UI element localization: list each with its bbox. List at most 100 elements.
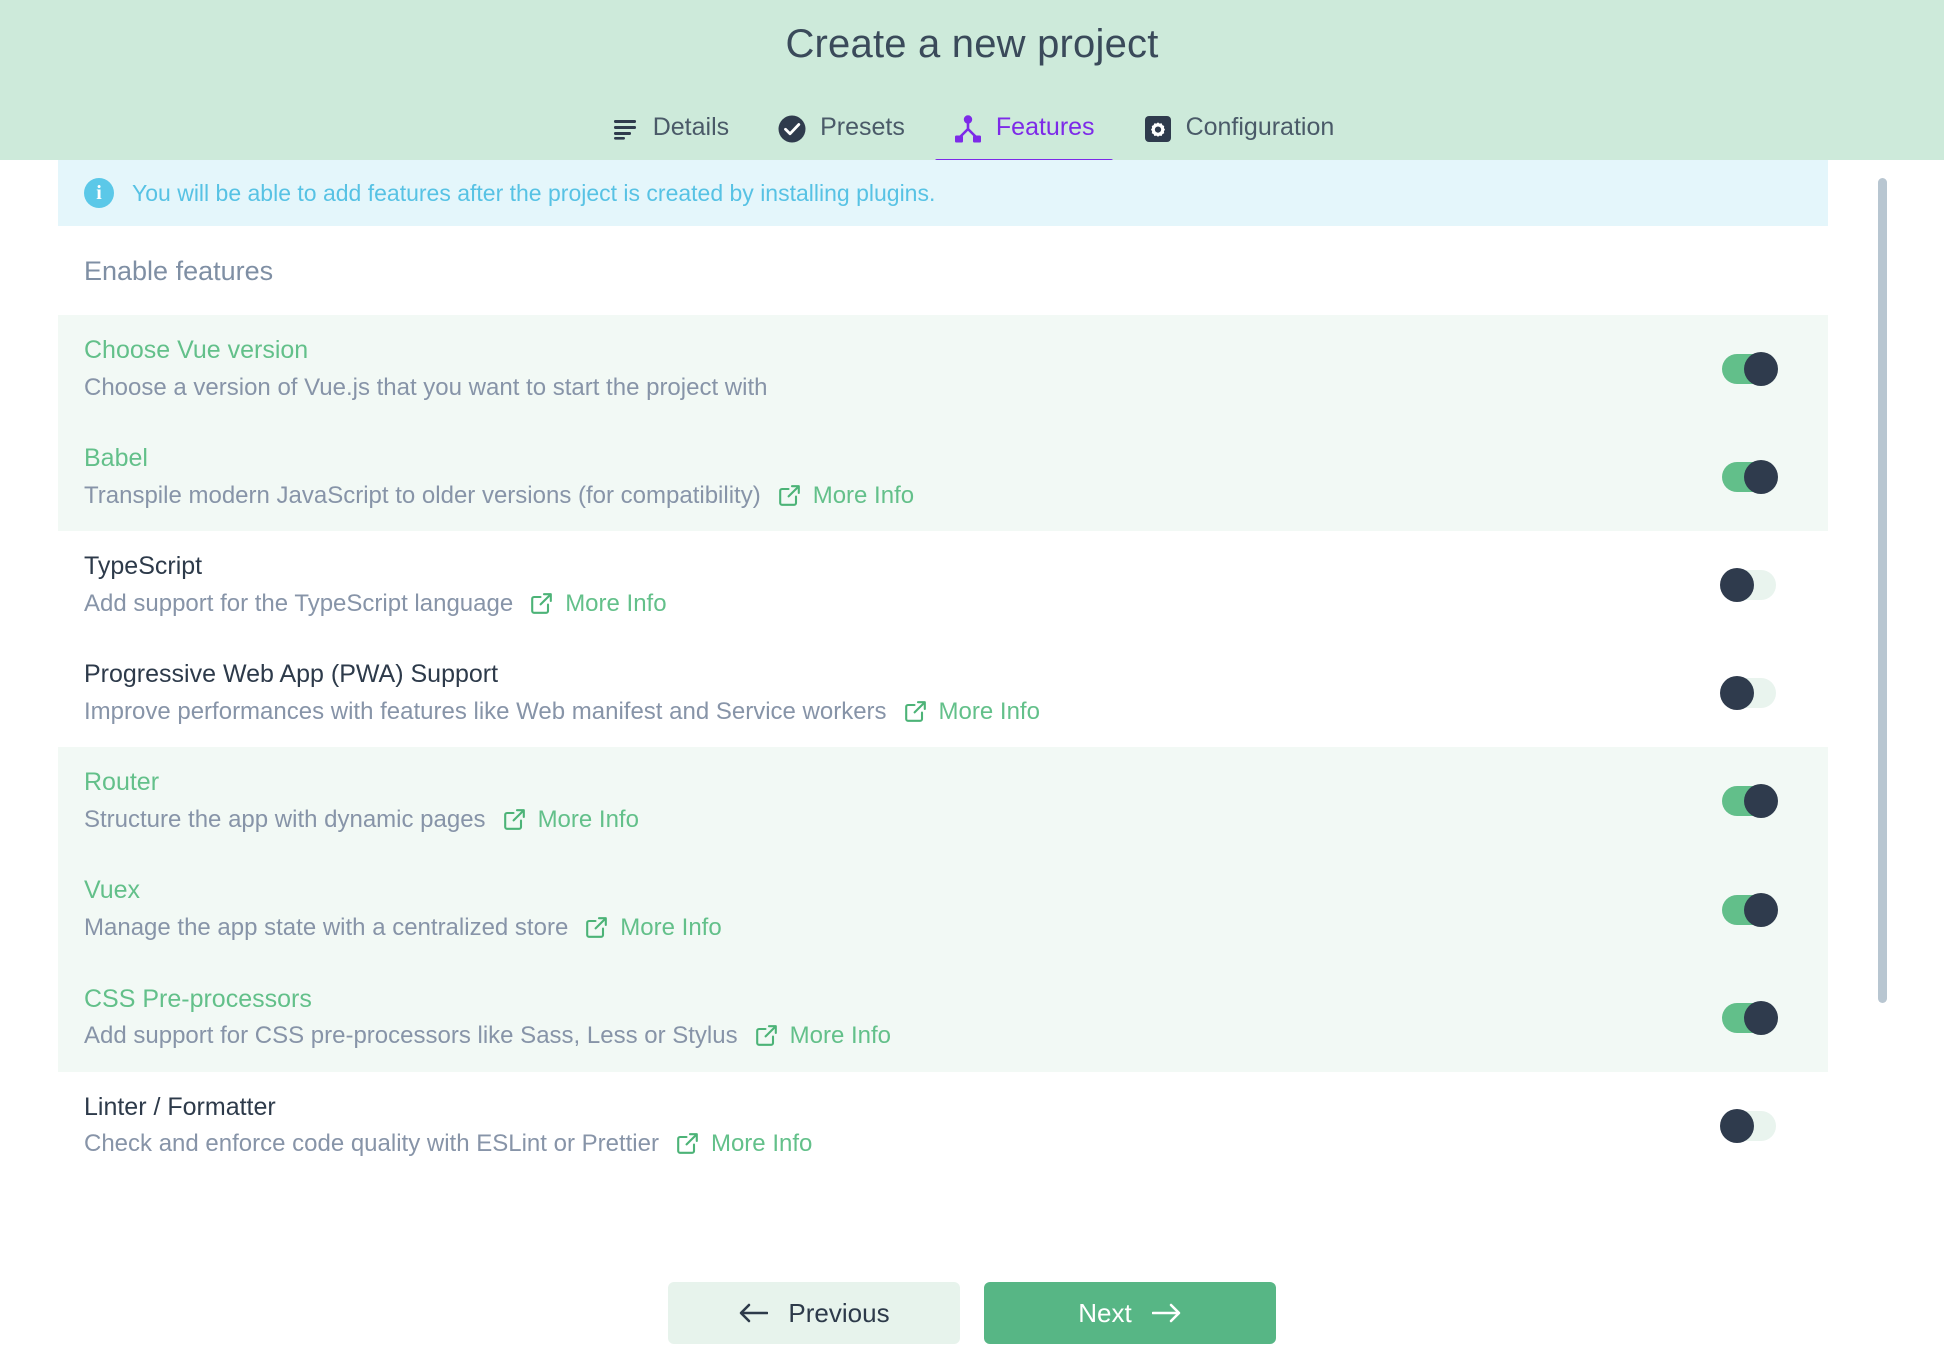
feature-row[interactable]: Choose Vue version Choose a version of Vu… [58,315,1828,424]
arrow-left-icon [738,1302,769,1324]
feature-description-line: Transpile modern JavaScript to older ver… [84,482,914,510]
external-link-icon [777,483,802,508]
feature-texts: CSS Pre-processors Add support for CSS pr… [84,984,891,1050]
gear-square-icon [1143,114,1173,144]
content-area: i You will be able to add features after… [0,160,1944,1268]
feature-description-line: Choose a version of Vue.js that you want… [84,374,767,402]
toggle-knob [1744,1000,1778,1035]
more-info-link[interactable]: More Info [754,1022,891,1050]
scrollbar-track[interactable] [1876,160,1888,1220]
feature-description-line: Manage the app state with a centralized … [84,914,722,942]
feature-description: Check and enforce code quality with ESLi… [84,1130,659,1158]
next-button[interactable]: Next [984,1282,1276,1344]
feature-texts: Progressive Web App (PWA) Support Improve… [84,661,1040,725]
feature-description-line: Structure the app with dynamic pages More… [84,806,639,834]
page-title: Create a new project [785,22,1159,66]
check-circle-icon [777,114,807,144]
feature-texts: Choose Vue version Choose a version of Vu… [84,336,767,402]
more-info-label: More Info [565,589,667,617]
feature-toggle[interactable] [1722,784,1778,819]
more-info-link[interactable]: More Info [903,698,1040,726]
toggle-knob [1720,676,1754,711]
more-info-link[interactable]: More Info [584,914,722,942]
feature-description-line: Add support for the TypeScript language M… [84,590,667,618]
info-icon: i [84,178,114,208]
feature-texts: Router Structure the app with dynamic pag… [84,769,639,833]
toggle-knob [1744,892,1778,927]
create-project-window: Create a new project Details Presets Featu… [0,0,1944,1372]
next-button-label: Next [1078,1297,1132,1328]
external-link-icon [903,699,928,724]
feature-row[interactable]: Babel Transpile modern JavaScript to olde… [58,423,1828,532]
feature-title: CSS Pre-processors [84,984,312,1013]
toggle-knob [1744,784,1778,819]
external-link-icon [754,1023,779,1048]
feature-description: Improve performances with features like … [84,697,887,725]
external-link-icon [529,591,554,616]
tab-label: Features [995,112,1095,141]
previous-button-label: Previous [788,1297,890,1328]
feature-row[interactable]: CSS Pre-processors Add support for CSS pr… [58,963,1828,1072]
feature-texts: Babel Transpile modern JavaScript to olde… [84,445,914,509]
external-link-icon [502,807,527,832]
feature-description-line: Check and enforce code quality with ESLi… [84,1130,812,1158]
tab-presets[interactable]: Presets [753,95,929,163]
feature-row[interactable]: TypeScript Add support for the TypeScript… [58,531,1828,640]
feature-toggle[interactable] [1722,352,1778,387]
info-banner: i You will be able to add features after… [58,160,1828,226]
tab-configuration[interactable]: Configuration [1119,95,1359,163]
feature-description: Add support for the TypeScript language [84,589,514,617]
toggle-knob [1720,568,1754,603]
more-info-link[interactable]: More Info [675,1130,812,1158]
feature-description-line: Add support for CSS pre-processors like … [84,1022,891,1050]
feature-toggle[interactable] [1722,892,1778,927]
tab-details[interactable]: Details [586,95,753,163]
previous-button[interactable]: Previous [668,1282,960,1344]
feature-row[interactable]: Router Structure the app with dynamic pag… [58,747,1828,856]
feature-toggle[interactable] [1720,568,1776,603]
sitemap-icon [953,114,983,144]
more-info-link[interactable]: More Info [777,482,914,510]
more-info-link[interactable]: More Info [529,589,667,618]
feature-row[interactable]: Linter / Formatter Check and enforce code… [58,1071,1828,1180]
feature-texts: Vuex Manage the app state with a centrali… [84,877,722,941]
more-info-link[interactable]: More Info [502,806,639,834]
feature-toggle[interactable] [1722,1000,1778,1035]
feature-row[interactable]: Progressive Web App (PWA) Support Improve… [58,639,1828,748]
external-link-icon [584,915,609,940]
feature-description: Choose a version of Vue.js that you want… [84,373,768,401]
more-info-label: More Info [537,805,639,833]
wizard-tabs: Details Presets Features Configuration [586,95,1359,163]
feature-description: Structure the app with dynamic pages [84,805,486,833]
tab-features[interactable]: Features [929,95,1119,163]
scrollbar-thumb[interactable] [1878,178,1887,1003]
toggle-knob [1744,460,1778,495]
more-info-label: More Info [789,1022,891,1050]
feature-description: Transpile modern JavaScript to older ver… [84,481,761,509]
feature-title: Babel [84,444,148,473]
enable-features-heading: Enable features [58,226,1828,315]
feature-texts: TypeScript Add support for the TypeScript… [84,553,667,617]
list-lines-icon [610,114,640,144]
tab-label: Configuration [1185,112,1335,141]
feature-title: Progressive Web App (PWA) Support [84,660,499,689]
toggle-knob [1744,352,1778,387]
info-banner-text: You will be able to add features after t… [132,179,936,206]
external-link-icon [675,1131,700,1156]
wizard-footer: Previous Next [0,1268,1944,1372]
more-info-label: More Info [812,481,915,509]
features-card: i You will be able to add features after… [58,160,1828,1180]
arrow-right-icon [1151,1302,1182,1324]
feature-title: Router [84,768,160,797]
feature-toggle[interactable] [1720,676,1776,711]
feature-title: Vuex [84,876,141,905]
feature-toggle[interactable] [1720,1108,1776,1143]
feature-title: Linter / Formatter [84,1092,276,1121]
feature-toggle[interactable] [1722,460,1778,495]
feature-title: TypeScript [84,552,203,581]
window-header: Create a new project Details Presets Featu… [0,0,1944,163]
more-info-label: More Info [938,697,1040,725]
feature-description: Manage the app state with a centralized … [84,913,569,941]
tab-label: Details [652,112,730,141]
feature-row[interactable]: Vuex Manage the app state with a centrali… [58,855,1828,964]
